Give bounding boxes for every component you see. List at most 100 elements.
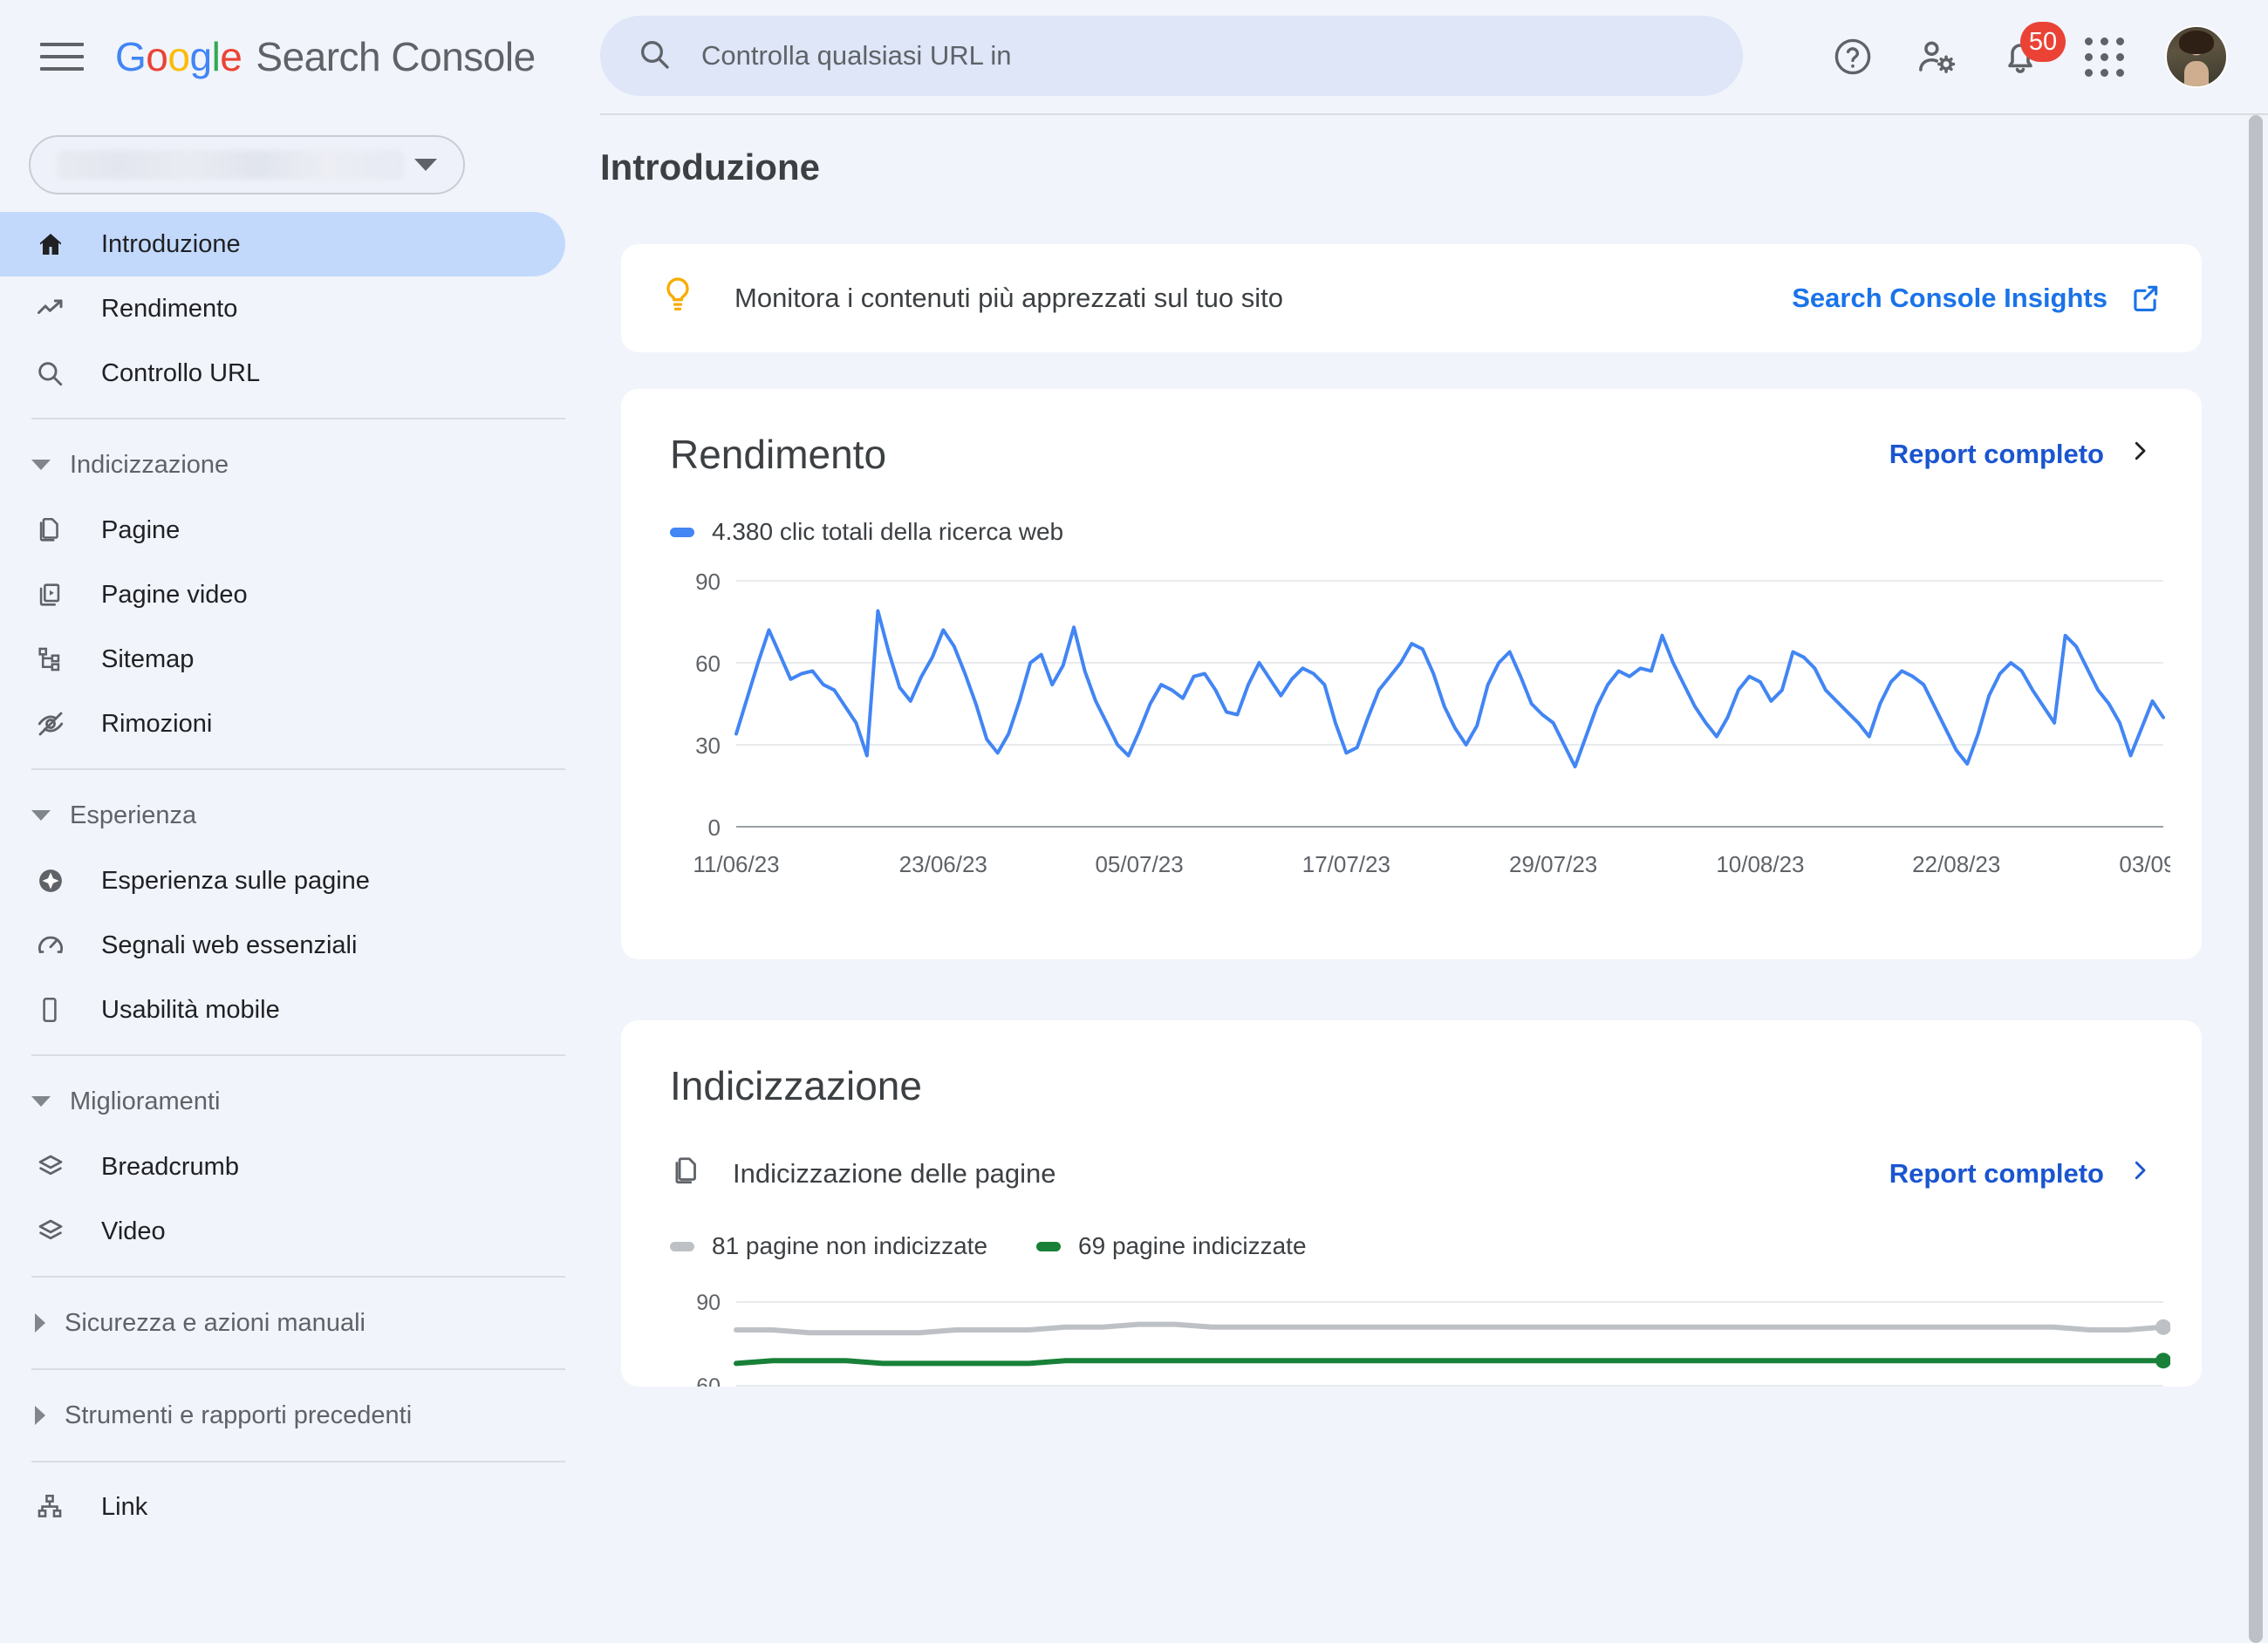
- legend-item-not-indexed[interactable]: 81 pagine non indicizzate: [670, 1232, 987, 1260]
- sidebar-item-label: Pagine: [101, 515, 181, 544]
- svg-text:03/09/23: 03/09/23: [2119, 851, 2170, 877]
- report-link-label: Report completo: [1889, 1157, 2104, 1189]
- sidebar-item-rimozioni[interactable]: Rimozioni: [0, 692, 565, 756]
- sidebar-item-esperienza-sulle-pagine[interactable]: Esperienza sulle pagine: [0, 849, 565, 913]
- page-experience-icon: [35, 865, 80, 896]
- property-selector[interactable]: [29, 135, 465, 194]
- sidebar-divider: [31, 1368, 565, 1370]
- link-tree-icon: [35, 1492, 80, 1522]
- sidebar-group-esperienza[interactable]: Esperienza: [0, 782, 600, 849]
- sidebar-divider: [31, 768, 565, 770]
- hamburger-menu-icon[interactable]: [40, 37, 89, 77]
- insights-link-label: Search Console Insights: [1792, 283, 2107, 313]
- scrollbar-thumb[interactable]: [2249, 115, 2263, 1643]
- sidebar-item-link[interactable]: Link: [0, 1475, 565, 1539]
- legend-swatch-indexed: [1036, 1241, 1062, 1251]
- user-settings-icon[interactable]: [1895, 15, 1978, 99]
- sidebar-item-label: Breadcrumb: [101, 1152, 239, 1181]
- sidebar-main-items: Introduzione Rendimento Controllo URL: [0, 212, 600, 406]
- sitemap-tree-icon: [35, 644, 80, 674]
- search-icon: [35, 358, 80, 388]
- layers-icon: [35, 1216, 80, 1247]
- sidebar-item-label: Usabilità mobile: [101, 995, 280, 1024]
- svg-text:0: 0: [708, 815, 721, 841]
- chevron-down-icon: [31, 1096, 51, 1107]
- sidebar-item-introduzione[interactable]: Introduzione: [0, 212, 565, 276]
- header-toolbar: 50: [1811, 0, 2228, 113]
- sidebar-group-sicurezza[interactable]: Sicurezza e azioni manuali: [0, 1290, 600, 1356]
- chevron-right-icon: [2127, 438, 2153, 471]
- performance-full-report-link[interactable]: Report completo: [1889, 438, 2153, 471]
- help-circle-icon[interactable]: [1811, 15, 1895, 99]
- legend-label-not-indexed: 81 pagine non indicizzate: [712, 1232, 988, 1259]
- sidebar-item-breadcrumb[interactable]: Breadcrumb: [0, 1135, 565, 1199]
- external-link-icon: [2128, 282, 2162, 315]
- notifications-bell-icon[interactable]: 50: [1978, 15, 2066, 99]
- indexing-full-report-link[interactable]: Report completo: [1889, 1157, 2153, 1190]
- sidebar-item-controllo-url[interactable]: Controllo URL: [0, 341, 565, 406]
- logo-letter-o2: o: [167, 34, 190, 79]
- search-console-insights-banner: Monitora i contenuti più apprezzati sul …: [621, 244, 2202, 352]
- logo-letter-g: G: [115, 34, 147, 79]
- legend-swatch-clicks: [670, 527, 694, 537]
- sidebar-item-label: Rimozioni: [101, 709, 213, 738]
- sidebar-item-video[interactable]: Video: [0, 1199, 565, 1264]
- sidebar-group-strumenti[interactable]: Strumenti e rapporti precedenti: [0, 1382, 600, 1449]
- sidebar-group-label: Indicizzazione: [70, 450, 229, 479]
- home-icon: [35, 228, 80, 260]
- sidebar-item-segnali-web-essenziali[interactable]: Segnali web essenziali: [0, 913, 565, 978]
- svg-text:90: 90: [695, 569, 721, 595]
- app-title: Search Console: [256, 34, 536, 79]
- app-logo: Go o g l e Search Console: [115, 33, 536, 80]
- sidebar-item-label: Introduzione: [101, 229, 241, 258]
- sidebar-group-miglioramenti[interactable]: Miglioramenti: [0, 1068, 600, 1135]
- clicks-line-chart: 0 30 60 90 11/06/23 23/06/23 05/07/23 17/07/23 2…: [693, 569, 2170, 877]
- chevron-down-icon: [31, 460, 51, 470]
- legend-item-clicks[interactable]: 4.380 clic totali della ricerca web: [670, 518, 1063, 546]
- indexing-sub-label: Indicizzazione delle pagine: [733, 1157, 1056, 1189]
- logo-letter-g2: g: [189, 34, 212, 79]
- indexing-card: Indicizzazione Indicizzazione delle pagi…: [621, 1020, 2202, 1387]
- property-name-redacted: [57, 150, 404, 180]
- sidebar-item-pagine-video[interactable]: Pagine video: [0, 562, 565, 627]
- svg-text:05/07/23: 05/07/23: [1095, 851, 1183, 877]
- pages-copy-icon: [35, 515, 80, 545]
- page-scrollbar[interactable]: [2245, 115, 2268, 1643]
- sidebar-group-label: Miglioramenti: [70, 1087, 221, 1115]
- logo-letter-l: l: [211, 34, 221, 79]
- sidebar-item-label: Rendimento: [101, 294, 238, 323]
- legend-swatch-not-indexed: [670, 1241, 694, 1251]
- search-console-insights-link[interactable]: Search Console Insights: [1792, 282, 2162, 315]
- sidebar-item-rendimento[interactable]: Rendimento: [0, 276, 565, 341]
- page-header: Introduzione: [600, 115, 2268, 220]
- url-inspection-search[interactable]: Controlla qualsiasi URL in: [600, 16, 1743, 96]
- sidebar-item-label: Segnali web essenziali: [101, 931, 358, 959]
- insights-banner-text: Monitora i contenuti più apprezzati sul …: [734, 283, 1283, 313]
- performance-legend: 4.380 clic totali della ricerca web: [670, 518, 2153, 546]
- indexing-legend: 81 pagine non indicizzate 69 pagine indi…: [670, 1232, 2153, 1260]
- chevron-right-icon: [35, 1406, 45, 1425]
- sidebar-divider: [31, 418, 565, 419]
- logo-letter-o1: o: [146, 34, 168, 79]
- pages-copy-icon: [670, 1155, 703, 1192]
- legend-item-indexed[interactable]: 69 pagine indicizzate: [1036, 1232, 1307, 1260]
- user-avatar[interactable]: [2165, 25, 2228, 88]
- sidebar-item-label: Pagine video: [101, 580, 248, 609]
- chevron-down-icon: [414, 159, 437, 171]
- indexing-chart: 60 90: [670, 1283, 2170, 1387]
- sidebar-item-pagine[interactable]: Pagine: [0, 498, 565, 562]
- svg-text:10/08/23: 10/08/23: [1716, 851, 1804, 877]
- svg-text:22/08/23: 22/08/23: [1912, 851, 2000, 877]
- logo-letter-e: e: [220, 34, 243, 79]
- sidebar-item-sitemap[interactable]: Sitemap: [0, 627, 565, 692]
- legend-label-clicks: 4.380 clic totali della ricerca web: [712, 518, 1064, 545]
- page-title: Introduzione: [600, 147, 820, 187]
- video-pages-icon: [35, 580, 80, 610]
- svg-text:11/06/23: 11/06/23: [693, 851, 779, 877]
- sidebar-group-indicizzazione[interactable]: Indicizzazione: [0, 432, 600, 498]
- layers-icon: [35, 1151, 80, 1183]
- apps-grid-icon[interactable]: [2062, 15, 2146, 99]
- sidebar-divider: [31, 1461, 565, 1462]
- app-header: Go o g l e Search Console Controlla qualsiasi…: [0, 0, 2268, 113]
- sidebar-item-usabilita-mobile[interactable]: Usabilità mobile: [0, 978, 565, 1042]
